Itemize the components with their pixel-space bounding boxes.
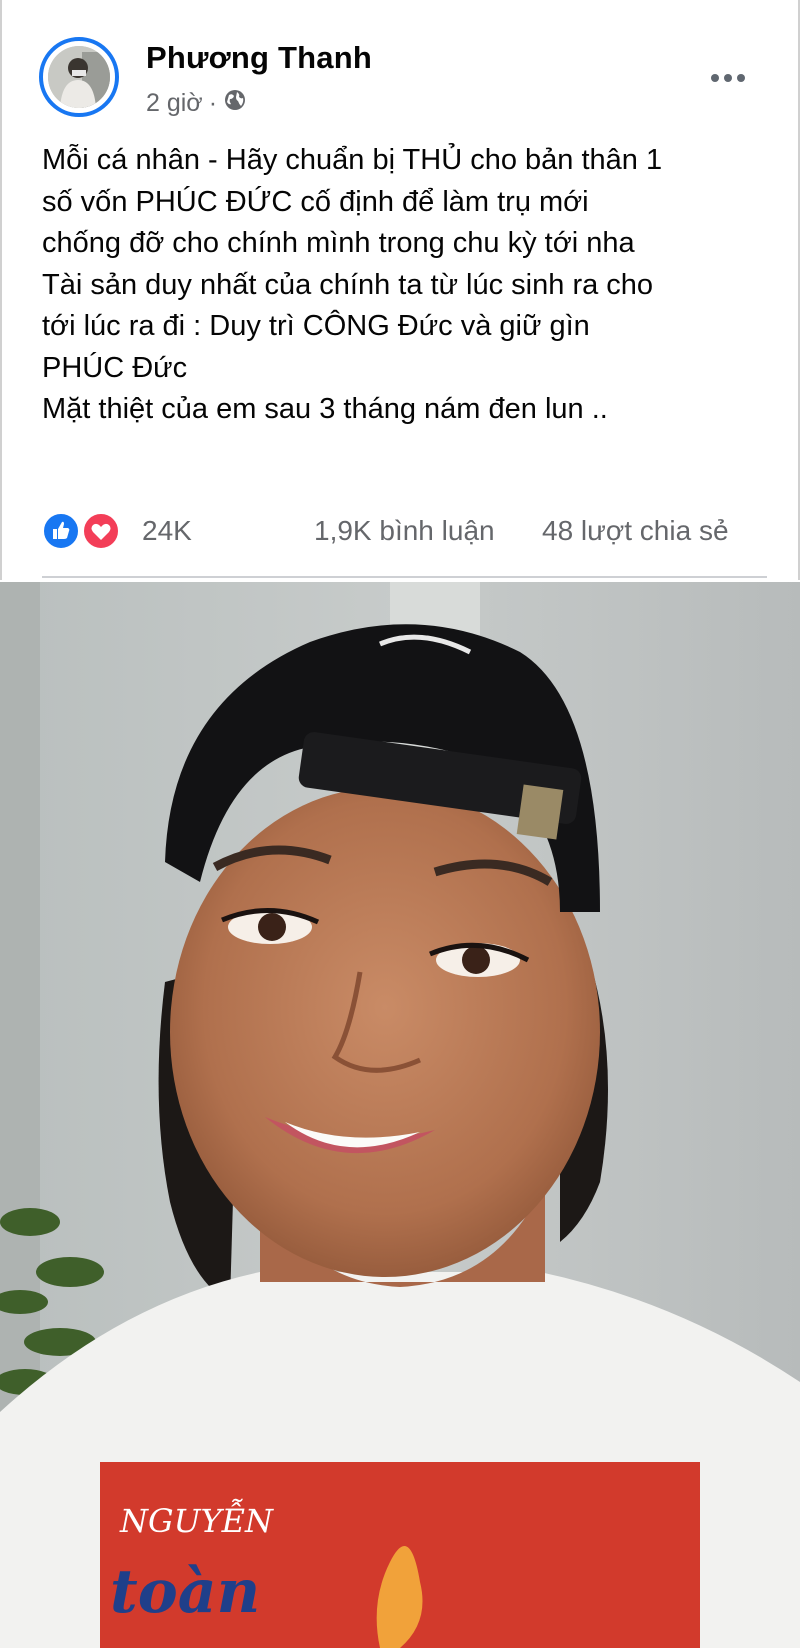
post-text: Mỗi cá nhân - Hãy chuẩn bị THỦ cho bản t… (42, 140, 782, 431)
shirt-print-2: toàn (110, 1557, 260, 1627)
post-time[interactable]: 2 giờ (146, 89, 203, 118)
author-avatar[interactable] (39, 37, 119, 117)
post-meta: 2 giờ · (146, 86, 247, 120)
post-card: Phương Thanh 2 giờ · Mỗi cá nhân - Hãy c… (0, 0, 800, 580)
author-name[interactable]: Phương Thanh (146, 40, 372, 76)
reaction-count[interactable]: 24K (142, 512, 192, 550)
love-icon (82, 512, 120, 550)
comments-count[interactable]: 1,9K bình luận (314, 512, 495, 550)
globe-icon[interactable] (223, 88, 247, 119)
avatar-image (48, 46, 110, 108)
post-text-line: Mặt thiệt của em sau 3 tháng nám đen lun… (42, 393, 608, 425)
post-text-line: PHÚC Đức (42, 351, 188, 384)
more-horizontal-icon (711, 74, 719, 82)
like-icon (42, 512, 80, 550)
post-text-line: chống đỡ cho chính mình trong chu kỳ tới… (42, 227, 635, 259)
divider (42, 576, 767, 578)
post-text-line: số vốn PHÚC ĐỨC cố định để làm trụ mới (42, 185, 589, 218)
meta-separator: · (208, 88, 218, 117)
more-options-button[interactable] (698, 58, 758, 98)
shirt-print-1: NGUYỄN (119, 1499, 274, 1540)
post-text-line: Mỗi cá nhân - Hãy chuẩn bị THỦ cho bản t… (42, 144, 663, 176)
reaction-icons[interactable] (42, 512, 126, 550)
reactions-bar: 24K 1,9K bình luận 48 lượt chia sẻ (42, 510, 772, 550)
post-text-line: tới lúc ra đi : Duy trì CÔNG Đức và giữ … (42, 310, 590, 342)
post-photo[interactable]: NGUYỄN toàn (0, 582, 800, 1648)
shares-count[interactable]: 48 lượt chia sẻ (542, 512, 729, 550)
post-text-line: Tài sản duy nhất của chính ta từ lúc sin… (42, 268, 654, 301)
